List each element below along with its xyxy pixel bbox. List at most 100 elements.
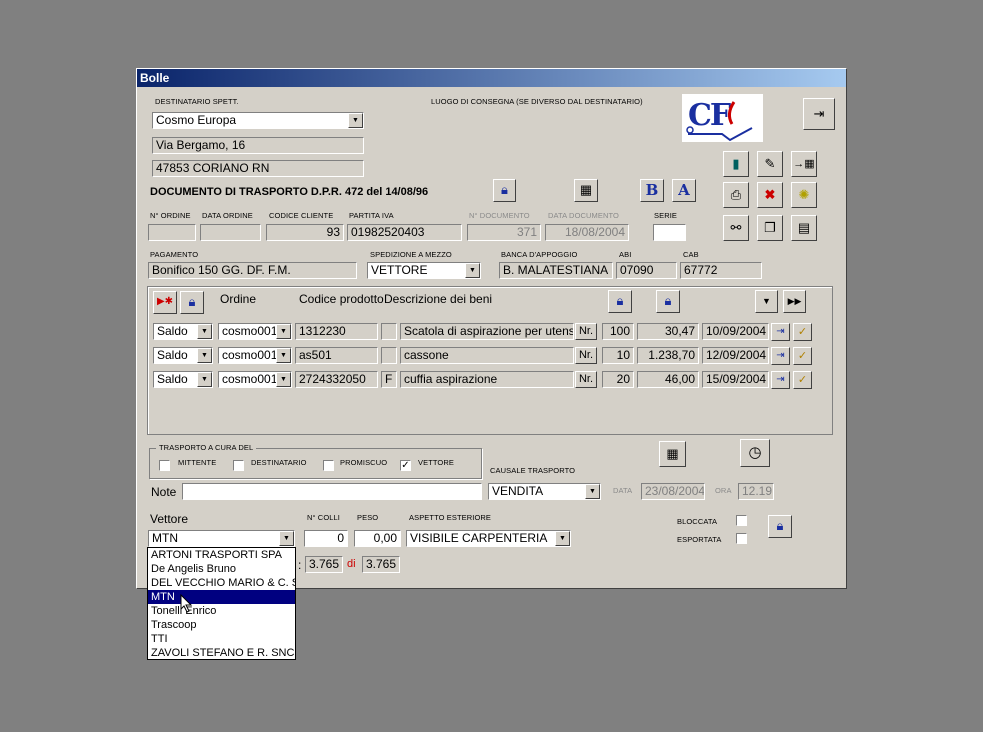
pagamento-field[interactable]: Bonifico 150 GG. DF. F.M. — [148, 262, 357, 279]
chevron-down-icon[interactable]: ▼ — [348, 113, 363, 128]
promiscuo-checkbox[interactable] — [323, 460, 334, 471]
row-flag-field[interactable] — [381, 347, 397, 364]
dest-address-field[interactable]: Via Bergamo, 16 — [152, 137, 364, 154]
chevron-down-icon[interactable]: ▼ — [465, 263, 480, 278]
cab-field[interactable]: 67772 — [680, 262, 762, 279]
row-um-button[interactable]: Nr. — [575, 371, 597, 388]
vettore-option[interactable]: TTI — [148, 632, 295, 646]
causale-combo[interactable]: VENDITA ▼ — [488, 483, 601, 500]
clock-button[interactable]: ◷ — [740, 439, 770, 467]
row-ordine-combo[interactable]: cosmo001 ▼ — [218, 371, 292, 388]
row-um-button[interactable]: Nr. — [575, 323, 597, 340]
lock-button[interactable]: 🔒︎ — [493, 179, 516, 202]
row-tipo-combo[interactable]: Saldo ▼ — [153, 323, 213, 340]
row-ordine-combo[interactable]: cosmo001 ▼ — [218, 347, 292, 364]
dest-city-field[interactable]: 47853 CORIANO RN — [152, 160, 364, 177]
calc-button[interactable]: ▦ — [659, 441, 686, 467]
bottom-lock-button[interactable]: 🔒︎ — [768, 515, 792, 538]
esportata-checkbox[interactable] — [736, 533, 747, 544]
copy-button[interactable]: ❐ — [757, 215, 783, 241]
vettore-option[interactable]: ARTONI TRASPORTI SPA — [148, 548, 295, 562]
row-tipo-combo[interactable]: Saldo ▼ — [153, 371, 213, 388]
vettore-option[interactable]: Tonelli Enrico — [148, 604, 295, 618]
row-flag-field[interactable] — [381, 323, 397, 340]
chevron-down-icon[interactable]: ▼ — [585, 484, 600, 499]
row-check-button[interactable]: ✓ — [793, 371, 812, 389]
vettore-combo[interactable]: MTN ▼ — [148, 530, 295, 547]
row-data-field[interactable]: 10/09/2004 — [702, 323, 769, 340]
dest-name-combo[interactable]: Cosmo Europa ▼ — [152, 112, 364, 129]
vettore-checkbox[interactable]: ✓ — [400, 460, 411, 471]
row-check-button[interactable]: ✓ — [793, 323, 812, 341]
card-button[interactable]: ▤ — [791, 215, 817, 241]
chevron-down-icon[interactable]: ▼ — [197, 348, 212, 363]
light-button[interactable]: ✺ — [791, 182, 817, 208]
row-check-button[interactable]: ✓ — [793, 347, 812, 365]
row-ordine-combo[interactable]: cosmo001 ▼ — [218, 323, 292, 340]
row-codice-field[interactable]: 1312230 — [295, 323, 378, 340]
chevron-down-icon[interactable]: ▼ — [276, 348, 291, 363]
chevron-down-icon[interactable]: ▼ — [279, 531, 294, 546]
price-lock-button[interactable]: 🔒︎ — [656, 290, 680, 313]
banca-field[interactable]: B. MALATESTIANA — [499, 262, 613, 279]
items-lock-button[interactable]: 🔒︎ — [180, 291, 204, 314]
spedizione-combo[interactable]: VETTORE ▼ — [367, 262, 481, 279]
partita-iva-field[interactable]: 01982520403 — [347, 224, 462, 241]
peso-field[interactable]: 0,00 — [354, 530, 401, 547]
chevron-down-icon[interactable]: ▼ — [276, 372, 291, 387]
data-ordine-field[interactable] — [200, 224, 261, 241]
row-desc-field[interactable]: cuffia aspirazione — [400, 371, 574, 388]
insert-button[interactable]: →▦ — [791, 151, 817, 177]
bold-button[interactable]: B — [640, 179, 664, 202]
exit-button[interactable]: ⇥ — [803, 98, 835, 130]
vettore-dropdown-list[interactable]: ARTONI TRASPORTI SPA De Angelis Bruno DEL … — [147, 547, 296, 660]
row-prezzo-field[interactable]: 30,47 — [637, 323, 699, 340]
row-desc-field[interactable]: cassone — [400, 347, 574, 364]
row-goto-button[interactable]: ⇥ — [771, 323, 790, 341]
mittente-checkbox[interactable] — [159, 460, 170, 471]
codice-cliente-field[interactable]: 93 — [266, 224, 344, 241]
row-codice-field[interactable]: 2724332050 — [295, 371, 378, 388]
destinatario-checkbox[interactable] — [233, 460, 244, 471]
new-row-button[interactable]: ▶✱ — [153, 291, 177, 314]
vettore-option[interactable]: MTN — [148, 590, 295, 604]
font-button[interactable]: A — [672, 179, 696, 202]
row-goto-button[interactable]: ⇥ — [771, 371, 790, 389]
calculator-button[interactable]: ▦ — [574, 179, 598, 202]
bloccata-checkbox[interactable] — [736, 515, 747, 526]
row-qta-field[interactable]: 10 — [602, 347, 634, 364]
row-flag-field[interactable]: F — [381, 371, 397, 388]
edit-button[interactable]: ✎ — [757, 151, 783, 177]
chevron-down-icon[interactable]: ▼ — [197, 372, 212, 387]
colli-field[interactable]: 0 — [304, 530, 348, 547]
aspetto-combo[interactable]: VISIBILE CARPENTERIA ▼ — [406, 530, 571, 547]
row-goto-button[interactable]: ⇥ — [771, 347, 790, 365]
row-codice-field[interactable]: as501 — [295, 347, 378, 364]
search-button[interactable]: ⚯ — [723, 215, 749, 241]
row-prezzo-field[interactable]: 1.238,70 — [637, 347, 699, 364]
row-tipo-combo[interactable]: Saldo ▼ — [153, 347, 213, 364]
chevron-down-icon[interactable]: ▼ — [197, 324, 212, 339]
row-data-field[interactable]: 12/09/2004 — [702, 347, 769, 364]
book-button[interactable]: ▮ — [723, 151, 749, 177]
print-button[interactable]: ⎙ — [723, 182, 749, 208]
scroll-down-button[interactable]: ▼ — [755, 290, 778, 313]
row-prezzo-field[interactable]: 46,00 — [637, 371, 699, 388]
row-data-field[interactable]: 15/09/2004 — [702, 371, 769, 388]
qty-lock-button[interactable]: 🔒︎ — [608, 290, 632, 313]
chevron-down-icon[interactable]: ▼ — [276, 324, 291, 339]
row-qta-field[interactable]: 20 — [602, 371, 634, 388]
vettore-option[interactable]: Trascoop — [148, 618, 295, 632]
abi-field[interactable]: 07090 — [616, 262, 677, 279]
n-ordine-field[interactable] — [148, 224, 196, 241]
note-field[interactable] — [182, 483, 482, 500]
row-desc-field[interactable]: Scatola di aspirazione per utensile c — [400, 323, 574, 340]
serie-field[interactable] — [653, 224, 686, 241]
vettore-option[interactable]: DEL VECCHIO MARIO & C. SNC — [148, 576, 295, 590]
delete-button[interactable]: ✖ — [757, 182, 783, 208]
row-qta-field[interactable]: 100 — [602, 323, 634, 340]
chevron-down-icon[interactable]: ▼ — [555, 531, 570, 546]
scroll-end-button[interactable]: ▶▶ — [783, 290, 806, 313]
vettore-option[interactable]: ZAVOLI STEFANO E R. SNC — [148, 646, 295, 660]
row-um-button[interactable]: Nr. — [575, 347, 597, 364]
